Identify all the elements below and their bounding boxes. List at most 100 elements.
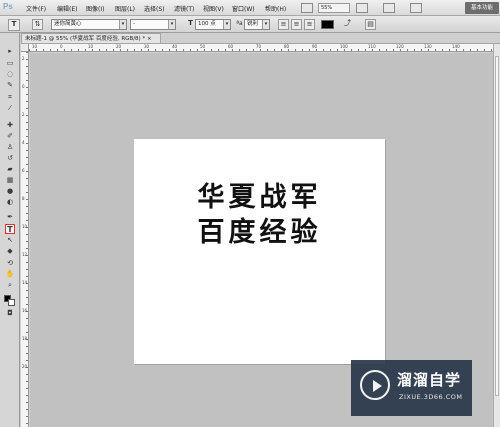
ruler-tick: 120: [396, 44, 404, 49]
menu-help[interactable]: 帮助(H): [265, 4, 286, 13]
menu-file[interactable]: 文件(F): [26, 4, 46, 13]
antialias-select[interactable]: 锐利 ▾: [244, 19, 270, 30]
ruler-tick: 14: [22, 280, 28, 285]
character-panel-icon[interactable]: ▤: [365, 19, 376, 30]
scrollbar-thumb[interactable]: [495, 56, 499, 396]
canvas-text-line-2[interactable]: 百度经验: [134, 210, 385, 249]
ruler-tick: 2: [22, 112, 25, 117]
align-center-icon[interactable]: ≡: [291, 19, 302, 30]
watermark-title: 溜溜自学: [397, 371, 462, 389]
ruler-origin[interactable]: [21, 44, 29, 52]
3d-rotate-icon[interactable]: ⟲: [5, 259, 15, 267]
vertical-scrollbar[interactable]: [493, 44, 500, 427]
crop-tool-icon[interactable]: ⌗: [5, 93, 15, 101]
ruler-tick: 18: [22, 336, 28, 341]
toggle-text-orientation-icon[interactable]: ⇅: [32, 19, 43, 30]
ruler-tick: 16: [22, 308, 28, 313]
ruler-tick: 60: [228, 44, 234, 49]
font-style-select[interactable]: - ▾: [130, 19, 176, 30]
ruler-tick: 10: [88, 44, 94, 49]
type-tool-preset-icon[interactable]: T: [8, 19, 20, 31]
blur-tool-icon[interactable]: ●: [5, 187, 15, 195]
zoom-level-dropdown[interactable]: 55%: [318, 3, 350, 13]
ruler-tick: 90: [312, 44, 318, 49]
ruler-tick: 20: [116, 44, 122, 49]
ruler-tick: 110: [368, 44, 376, 49]
ruler-tick: 0: [60, 44, 63, 49]
warp-text-icon[interactable]: ⤴: [342, 19, 353, 30]
font-style-value: -: [133, 21, 135, 27]
quick-select-tool-icon[interactable]: ✎: [5, 81, 15, 89]
eraser-tool-icon[interactable]: ▰: [5, 165, 15, 173]
menu-view[interactable]: 视图(V): [203, 4, 224, 13]
history-brush-icon[interactable]: ↺: [5, 154, 15, 162]
font-size-select[interactable]: 100 点 ▾: [195, 19, 231, 30]
eyedropper-tool-icon[interactable]: ⁄: [5, 104, 15, 112]
ruler-tick: 130: [424, 44, 432, 49]
menu-layer[interactable]: 图层(L): [115, 4, 135, 13]
ruler-tick: 10: [32, 44, 38, 49]
ruler-tick: 0: [22, 84, 25, 89]
screen-mode-icon[interactable]: [301, 3, 313, 13]
photoshop-logo: Ps: [3, 2, 13, 11]
align-right-icon[interactable]: ≡: [304, 19, 315, 30]
menu-window[interactable]: 窗口(W): [232, 4, 255, 13]
chevron-down-icon: ▾: [119, 20, 126, 29]
clone-stamp-icon[interactable]: ♙: [5, 143, 15, 151]
ruler-tick: 70: [256, 44, 262, 49]
shape-tool-icon[interactable]: ◆: [5, 247, 15, 255]
font-size-value: 100 点: [198, 21, 216, 27]
toolbox: ▸ ▭ ◌ ✎ ⌗ ⁄ ✚ ✐ ♙ ↺ ▰ ▦ ● ◐ ✒ T ↖ ◆ ⟲ ✋ …: [0, 33, 20, 427]
menu-image[interactable]: 图像(I): [86, 4, 104, 13]
vertical-ruler[interactable]: [21, 52, 29, 427]
healing-brush-icon[interactable]: ✚: [5, 121, 15, 129]
ruler-tick: 100: [340, 44, 348, 49]
ruler-tick: 140: [452, 44, 460, 49]
ruler-tick: 40: [172, 44, 178, 49]
close-icon[interactable]: ×: [147, 36, 152, 42]
menu-select[interactable]: 选择(S): [144, 4, 165, 13]
marquee-tool-icon[interactable]: ▭: [5, 59, 15, 67]
menu-bar: Ps 文件(F) 编辑(E) 图像(I) 图层(L) 选择(S) 滤镜(T) 视…: [0, 0, 500, 16]
ruler-tick: 4: [22, 140, 25, 145]
quick-mask-icon[interactable]: ◘: [5, 309, 15, 317]
move-tool-icon[interactable]: ▸: [5, 47, 15, 55]
hand-view-icon[interactable]: [356, 3, 368, 13]
menu-filter[interactable]: 滤镜(T): [174, 4, 194, 13]
document-tab-title: 未标题-1 @ 55% (华夏战军 百度经验, RGB/8) *: [25, 36, 147, 42]
gradient-tool-icon[interactable]: ▦: [5, 176, 15, 184]
lasso-tool-icon[interactable]: ◌: [5, 70, 15, 78]
chevron-down-icon: ▾: [262, 20, 269, 29]
watermark-url: ZIXUE.3D66.COM: [399, 393, 463, 401]
screen-layout-icon[interactable]: [410, 3, 422, 13]
brush-tool-icon[interactable]: ✐: [5, 132, 15, 140]
align-left-icon[interactable]: ≡: [278, 19, 289, 30]
ruler-tick: 12: [22, 252, 28, 257]
background-color-swatch[interactable]: [8, 299, 15, 306]
ruler-tick: 80: [284, 44, 290, 49]
font-family-value: 迷你简黄心: [54, 21, 82, 27]
ruler-tick: 6: [22, 168, 25, 173]
ruler-tick: 50: [200, 44, 206, 49]
workspace-switcher-button[interactable]: 基本功能: [465, 2, 499, 14]
chevron-down-icon: ▾: [168, 20, 175, 29]
arrange-documents-icon[interactable]: [383, 3, 395, 13]
menu-edit[interactable]: 编辑(E): [57, 4, 77, 13]
ruler-tick: 10: [22, 224, 28, 229]
chevron-down-icon: ▾: [223, 20, 230, 29]
zoom-tool-icon[interactable]: ⌕: [5, 281, 15, 289]
play-icon: [373, 380, 382, 392]
hand-tool-icon[interactable]: ✋: [5, 270, 15, 278]
type-tool-icon[interactable]: T: [5, 224, 15, 234]
font-family-select[interactable]: 迷你简黄心 ▾: [51, 19, 127, 30]
pen-tool-icon[interactable]: ✒: [5, 213, 15, 221]
document-canvas[interactable]: 华夏战军 百度经验: [134, 139, 385, 364]
text-color-swatch[interactable]: [321, 20, 334, 29]
ruler-tick: 8: [22, 196, 25, 201]
ruler-tick: 20: [22, 364, 28, 369]
path-selection-icon[interactable]: ↖: [5, 236, 15, 244]
ruler-tick: 2: [22, 56, 25, 61]
watermark-badge: 溜溜自学 ZIXUE.3D66.COM: [351, 360, 472, 416]
canvas-text-line-1[interactable]: 华夏战军: [134, 175, 385, 214]
dodge-tool-icon[interactable]: ◐: [5, 198, 15, 206]
